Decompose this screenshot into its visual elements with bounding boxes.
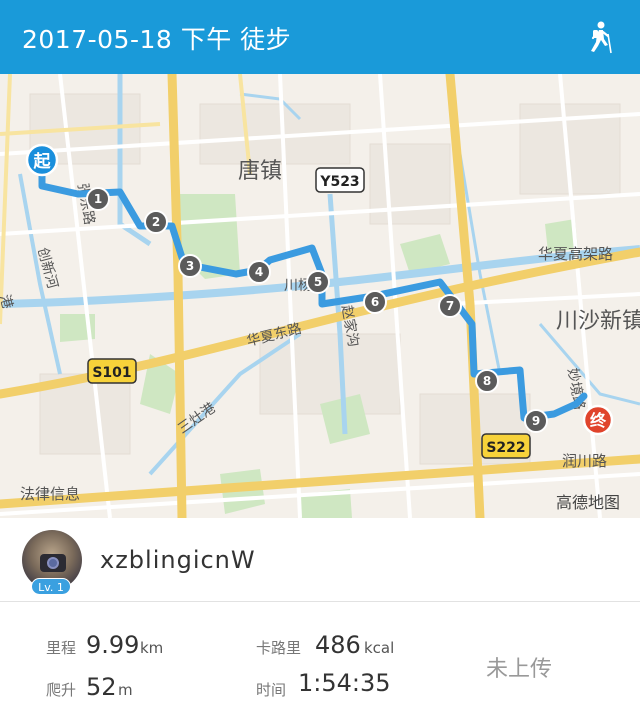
road-badge-y523: Y523 (315, 167, 365, 193)
map-label-chuanshaxin: 川沙新镇 (556, 309, 640, 334)
road-badge-s222-label: S222 (486, 440, 525, 456)
activity-title: 2017-05-18 下午 徒步 (22, 25, 292, 54)
road-badge-s101: S101 (87, 358, 137, 384)
stats-panel: 里程 9.99 km 爬升 52 m 卡路里 486 kcal 时间 1:54:… (0, 603, 640, 724)
map-label-huaxiagaojia: 华夏高架路 (538, 245, 613, 263)
time-value: 1:54:35 (298, 669, 391, 697)
km-marker-2-label: 2 (152, 215, 160, 229)
km-marker-1: 1 (86, 187, 110, 211)
start-marker-label: 起 (33, 151, 52, 172)
map-attribution: 高德地图 (556, 493, 620, 512)
map-label-falvxinxi: 法律信息 (20, 485, 80, 503)
road-badge-y523-label: Y523 (319, 174, 359, 190)
km-marker-4: 4 (247, 260, 271, 284)
distance-label: 里程 (46, 639, 77, 657)
calorie-value: 486 (315, 631, 361, 659)
road-badge-s222: S222 (481, 433, 531, 459)
climb-value: 52 (86, 673, 117, 701)
km-marker-7: 7 (438, 294, 462, 318)
km-marker-3: 3 (178, 254, 202, 278)
km-marker-5-label: 5 (314, 275, 322, 289)
level-badge: Lv. 1 (31, 578, 71, 595)
username: xzblingicnW (100, 546, 256, 574)
calorie-unit: kcal (364, 639, 395, 657)
end-marker-label: 终 (590, 411, 607, 430)
climb-label: 爬升 (46, 681, 77, 699)
km-marker-8: 8 (475, 369, 499, 393)
time-label: 时间 (256, 681, 287, 699)
km-marker-7-label: 7 (446, 299, 454, 313)
km-marker-1-label: 1 (94, 192, 102, 206)
map-label-runchuan: 润川路 (562, 452, 607, 470)
start-marker[interactable]: 起 (25, 143, 59, 177)
climb-unit: m (118, 681, 133, 699)
hiker-icon[interactable] (584, 20, 616, 54)
distance-unit: km (140, 639, 164, 657)
road-badge-s101-label: S101 (92, 365, 131, 381)
km-marker-9-label: 9 (532, 414, 540, 428)
map-label-tangzhen: 唐镇 (238, 159, 282, 184)
km-marker-6-label: 6 (371, 295, 379, 309)
route-map[interactable]: 唐镇 川沙新镇 华夏高架路 法律信息 润川路 华夏东路 三灶港 创新河 妙境路 … (0, 74, 640, 518)
km-marker-4-label: 4 (255, 265, 263, 279)
distance-value: 9.99 (86, 631, 140, 659)
upload-status[interactable]: 未上传 (486, 651, 552, 683)
camera-lens-icon (47, 557, 59, 569)
calorie-label: 卡路里 (256, 639, 302, 657)
km-marker-8-label: 8 (483, 374, 491, 388)
header-bar: 2017-05-18 下午 徒步 (0, 0, 640, 74)
end-marker[interactable]: 终 (582, 404, 614, 436)
km-marker-9: 9 (524, 409, 548, 433)
user-profile-row[interactable]: xzblingicnW (0, 518, 640, 602)
km-marker-5: 5 (306, 270, 330, 294)
km-marker-6: 6 (363, 290, 387, 314)
km-marker-2: 2 (144, 210, 168, 234)
km-marker-3-label: 3 (186, 259, 194, 273)
